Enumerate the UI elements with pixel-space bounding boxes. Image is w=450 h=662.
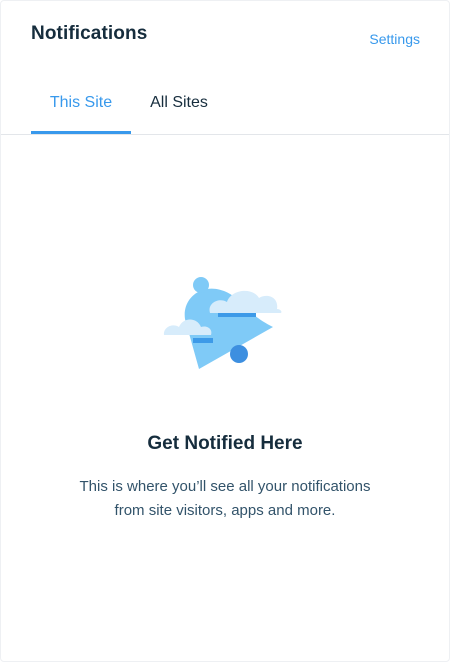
tab-this-site[interactable]: This Site bbox=[31, 81, 131, 134]
tab-all-sites[interactable]: All Sites bbox=[141, 81, 217, 134]
bell-with-clouds-icon bbox=[163, 277, 282, 369]
notifications-panel: Notifications Settings This Site All Sit… bbox=[0, 0, 450, 662]
settings-link[interactable]: Settings bbox=[369, 31, 420, 47]
tab-bar: This Site All Sites bbox=[1, 81, 449, 135]
panel-title: Notifications bbox=[31, 23, 148, 44]
empty-state-description-line2: from site visitors, apps and more. bbox=[114, 502, 336, 519]
panel-header: Notifications Settings bbox=[1, 1, 449, 71]
empty-state-description: This is where you’ll see all your notifi… bbox=[1, 475, 449, 523]
empty-state-description-line1: This is where you’ll see all your notifi… bbox=[79, 478, 371, 495]
empty-state-title: Get Notified Here bbox=[147, 433, 303, 454]
